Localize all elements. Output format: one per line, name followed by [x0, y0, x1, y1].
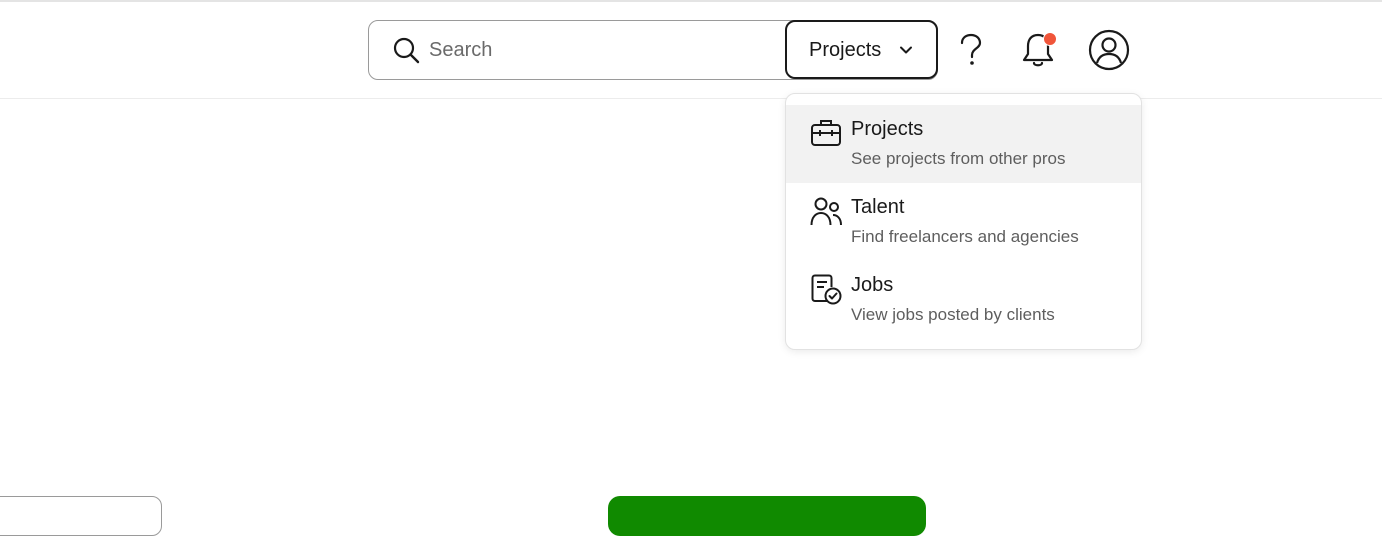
- menu-item-title: Projects: [851, 118, 924, 140]
- briefcase-icon: [811, 120, 841, 146]
- notification-badge: [1043, 32, 1057, 46]
- menu-item-talent[interactable]: Talent Find freelancers and agencies: [786, 183, 1141, 261]
- search-scope-menu: Projects See projects from other pros Ta…: [785, 93, 1142, 350]
- bottom-primary-button[interactable]: [608, 496, 926, 536]
- header-divider: [0, 98, 1382, 99]
- menu-item-description: View jobs posted by clients: [851, 305, 1055, 324]
- search-input[interactable]: [429, 34, 769, 66]
- menu-item-description: Find freelancers and agencies: [851, 227, 1079, 246]
- search-scope-label: Projects: [809, 39, 882, 61]
- menu-item-projects[interactable]: Projects See projects from other pros: [786, 105, 1141, 183]
- menu-item-title: Jobs: [851, 274, 894, 296]
- search-icon: [393, 37, 420, 64]
- job-check-icon: [811, 274, 842, 305]
- help-icon[interactable]: [955, 32, 987, 68]
- menu-item-jobs[interactable]: Jobs View jobs posted by clients: [786, 261, 1141, 339]
- menu-item-title: Talent: [851, 196, 905, 218]
- menu-item-description: See projects from other pros: [851, 149, 1066, 168]
- top-border: [0, 0, 1382, 2]
- chevron-down-icon: [900, 46, 912, 54]
- people-icon: [810, 197, 842, 226]
- bottom-outline-button[interactable]: [0, 496, 162, 536]
- avatar-icon[interactable]: [1088, 29, 1130, 71]
